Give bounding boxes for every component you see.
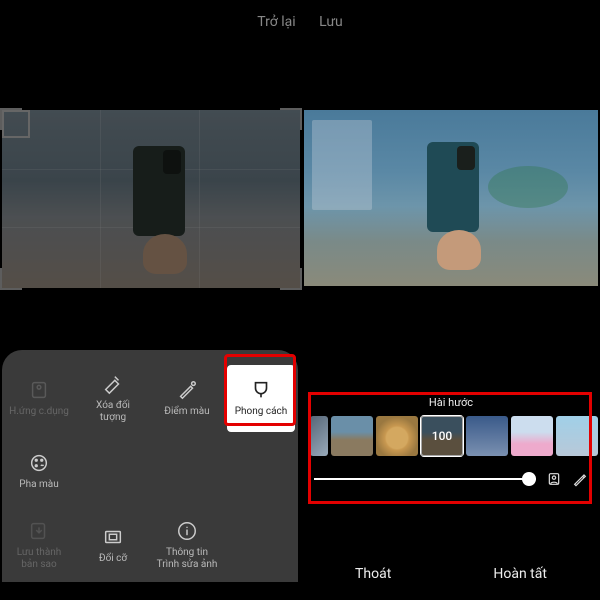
tool-label: Lưu thành bản sao bbox=[17, 547, 62, 571]
back-button[interactable]: Trở lại bbox=[257, 14, 295, 30]
original-preview[interactable] bbox=[2, 110, 300, 288]
header: Trở lại Lưu bbox=[0, 14, 600, 30]
action-row: Thoát Hoàn tất bbox=[304, 566, 598, 582]
tool-label: Điểm màu bbox=[164, 406, 209, 418]
tool-label: Xóa đối tượng bbox=[96, 400, 130, 424]
color-mix-tool[interactable]: Pha màu bbox=[2, 435, 76, 508]
tool-label: H.ứng c.dụng bbox=[9, 406, 69, 418]
save-button[interactable]: Lưu bbox=[319, 14, 343, 30]
exit-button[interactable]: Thoát bbox=[355, 566, 391, 582]
erase-object-tool[interactable]: Xóa đối tượng bbox=[76, 362, 150, 435]
style-highlight-annotation bbox=[224, 354, 296, 426]
tool-label: Đổi cỡ bbox=[99, 553, 127, 565]
tool-label: Pha màu bbox=[19, 479, 58, 491]
done-button[interactable]: Hoàn tất bbox=[493, 566, 547, 582]
preview-row bbox=[0, 110, 600, 290]
styled-preview[interactable] bbox=[304, 110, 598, 286]
editor-screen: Trở lại Lưu H.ứng c.dụng Xóa đối tượng bbox=[0, 0, 600, 600]
spot-color-tool[interactable]: Điểm màu bbox=[150, 362, 224, 435]
resize-tool[interactable]: Đổi cỡ bbox=[76, 509, 150, 582]
about-tool[interactable]: Thông tin Trình sửa ảnh bbox=[150, 509, 224, 582]
save-copy-tool[interactable]: Lưu thành bản sao bbox=[2, 509, 76, 582]
style-panel-annotation bbox=[308, 392, 592, 504]
tool-label: Thông tin Trình sửa ảnh bbox=[157, 547, 218, 571]
effect-tool[interactable]: H.ứng c.dụng bbox=[2, 362, 76, 435]
